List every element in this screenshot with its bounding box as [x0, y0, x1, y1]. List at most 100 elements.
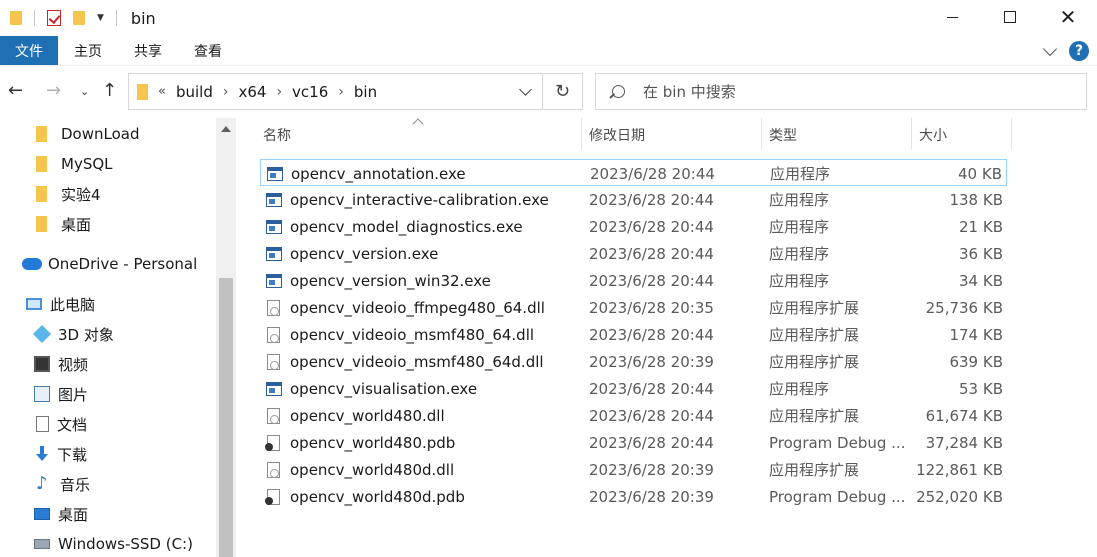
- sidebar-item-pictures[interactable]: 图片: [34, 380, 88, 408]
- file-name: opencv_interactive-calibration.exe: [290, 190, 549, 209]
- file-size: 252,020 KB: [916, 487, 1003, 506]
- dll-file-icon: [267, 407, 280, 424]
- ribbon-tabs: 文件 主页 共享 查看 ?: [0, 36, 1097, 66]
- desktop-icon: [34, 508, 50, 520]
- search-icon: [612, 85, 625, 98]
- sidebar-item-label: 图片: [58, 385, 89, 404]
- file-name-cell: opencv_visualisation.exe: [266, 375, 477, 402]
- search-box[interactable]: [595, 73, 1087, 110]
- file-row[interactable]: opencv_world480.pdb 2023/6/28 20:44 Progra…: [260, 429, 1007, 456]
- tab-share[interactable]: 共享: [118, 36, 178, 65]
- tab-view[interactable]: 查看: [178, 36, 238, 65]
- sidebar-item-onedrive[interactable]: OneDrive - Personal: [22, 250, 197, 278]
- sidebar-item-desktop[interactable]: 桌面: [34, 500, 88, 528]
- maximize-button[interactable]: [981, 0, 1039, 34]
- executable-icon: [266, 219, 282, 234]
- document-icon: [36, 416, 49, 432]
- help-icon[interactable]: ?: [1069, 41, 1089, 61]
- tab-file[interactable]: 文件: [0, 36, 58, 65]
- dll-file-icon: [267, 353, 280, 370]
- file-date: 2023/6/28 20:44: [590, 164, 715, 183]
- chevron-down-icon[interactable]: [519, 83, 532, 96]
- back-arrow-icon[interactable]: ←: [8, 80, 23, 101]
- column-header-date[interactable]: 修改日期: [589, 118, 761, 152]
- file-name: opencv_version_win32.exe: [290, 271, 491, 290]
- chevron-right-icon[interactable]: ›: [276, 84, 282, 100]
- file-size: 61,674 KB: [925, 406, 1003, 425]
- file-name-cell: opencv_world480d.dll: [266, 456, 454, 483]
- sidebar-item-documents[interactable]: 文档: [36, 410, 87, 438]
- up-arrow-icon[interactable]: ↑: [102, 80, 117, 101]
- folder-icon: [36, 216, 47, 232]
- chevron-right-icon[interactable]: ›: [223, 84, 229, 100]
- scroll-up-icon[interactable]: [221, 126, 231, 132]
- column-header-name[interactable]: 名称: [263, 118, 581, 152]
- column-header-type[interactable]: 类型: [769, 118, 911, 152]
- file-type: 应用程序: [769, 191, 830, 209]
- file-name-cell: opencv_world480.dll: [266, 402, 445, 429]
- file-date: 2023/6/28 20:39: [589, 352, 714, 371]
- folder-icon: [36, 186, 47, 202]
- breadcrumb-overflow[interactable]: «: [158, 84, 166, 99]
- file-row[interactable]: opencv_interactive-calibration.exe 2023/6…: [260, 186, 1007, 213]
- executable-icon: [266, 381, 282, 396]
- close-button[interactable]: ✕: [1039, 0, 1097, 34]
- tab-home[interactable]: 主页: [58, 36, 118, 65]
- sidebar-item-c-drive[interactable]: Windows-SSD (C:): [34, 530, 193, 557]
- file-row[interactable]: opencv_videoio_msmf480_64.dll 2023/6/28 2…: [260, 321, 1007, 348]
- forward-arrow-icon[interactable]: →: [46, 80, 61, 101]
- sidebar-item-3d-objects[interactable]: 3D 对象: [32, 320, 114, 348]
- file-row[interactable]: opencv_version_win32.exe 2023/6/28 20:44 应…: [260, 267, 1007, 294]
- new-folder-icon[interactable]: [73, 11, 85, 25]
- scrollbar-thumb[interactable]: [219, 278, 233, 557]
- sidebar-item-this-pc[interactable]: 此电脑: [26, 290, 95, 318]
- file-name: opencv_model_diagnostics.exe: [290, 217, 523, 236]
- file-name-cell: opencv_videoio_msmf480_64d.dll: [266, 348, 544, 375]
- file-row[interactable]: opencv_videoio_msmf480_64d.dll 2023/6/28 …: [260, 348, 1007, 375]
- file-row[interactable]: opencv_version.exe 2023/6/28 20:44 应用程序 36 …: [260, 240, 1007, 267]
- column-divider[interactable]: [911, 118, 912, 150]
- file-row[interactable]: opencv_model_diagnostics.exe 2023/6/28 20…: [260, 213, 1007, 240]
- file-name-cell: opencv_version.exe: [266, 240, 438, 267]
- search-input[interactable]: [643, 82, 1043, 101]
- refresh-button[interactable]: ↻: [543, 73, 583, 110]
- expand-ribbon-icon[interactable]: [1042, 41, 1058, 56]
- file-row[interactable]: opencv_videoio_ffmpeg480_64.dll 2023/6/28…: [260, 294, 1007, 321]
- recent-locations-icon[interactable]: ⌄: [80, 85, 89, 98]
- column-header-size[interactable]: 大小: [919, 118, 1011, 152]
- file-row[interactable]: opencv_world480d.dll 2023/6/28 20:39 应用程序扩…: [260, 456, 1007, 483]
- sidebar-item-downloads[interactable]: 下载: [35, 440, 87, 468]
- sidebar-item-music[interactable]: ♪ 音乐: [36, 470, 90, 498]
- column-divider[interactable]: [1011, 118, 1012, 150]
- chevron-right-icon[interactable]: ›: [338, 84, 344, 100]
- file-type: 应用程序扩展: [769, 326, 860, 344]
- minimize-button[interactable]: [923, 0, 981, 34]
- file-name-cell: opencv_world480.pdb: [265, 429, 455, 456]
- sidebar-item-download[interactable]: DownLoad: [36, 120, 140, 148]
- sidebar-item-videos[interactable]: 视频: [34, 350, 88, 378]
- address-bar[interactable]: « build › x64 › vc16 › bin: [128, 73, 543, 110]
- column-divider[interactable]: [761, 118, 762, 150]
- file-row[interactable]: opencv_world480.dll 2023/6/28 20:44 应用程序扩展…: [260, 402, 1007, 429]
- breadcrumb-x64[interactable]: x64: [238, 83, 266, 101]
- file-name-cell: opencv_videoio_msmf480_64.dll: [266, 321, 534, 348]
- file-size: 122,861 KB: [916, 460, 1003, 479]
- properties-icon[interactable]: [47, 10, 61, 26]
- sidebar-item-mysql[interactable]: MySQL: [36, 150, 113, 178]
- executable-icon: [267, 166, 283, 181]
- sidebar-item-desktop-folder[interactable]: 桌面: [36, 210, 91, 238]
- sidebar-scrollbar[interactable]: [216, 118, 236, 557]
- computer-icon: [26, 298, 42, 310]
- file-row[interactable]: opencv_annotation.exe 2023/6/28 20:44 应用程序…: [260, 159, 1007, 186]
- file-type: 应用程序扩展: [769, 461, 860, 479]
- breadcrumb-vc16[interactable]: vc16: [292, 83, 328, 101]
- file-row[interactable]: opencv_visualisation.exe 2023/6/28 20:44 应…: [260, 375, 1007, 402]
- sidebar-item-experiment4[interactable]: 实验4: [36, 180, 101, 208]
- column-divider[interactable]: [581, 118, 582, 150]
- file-list: 名称 修改日期 类型 大小 opencv_annotation.exe 2023/…: [236, 118, 1097, 557]
- customize-toolbar-icon[interactable]: ▼: [97, 13, 104, 23]
- refresh-icon: ↻: [554, 81, 571, 102]
- file-row[interactable]: opencv_world480d.pdb 2023/6/28 20:39 Progr…: [260, 483, 1007, 510]
- breadcrumb-build[interactable]: build: [176, 83, 213, 101]
- breadcrumb-bin[interactable]: bin: [354, 83, 377, 101]
